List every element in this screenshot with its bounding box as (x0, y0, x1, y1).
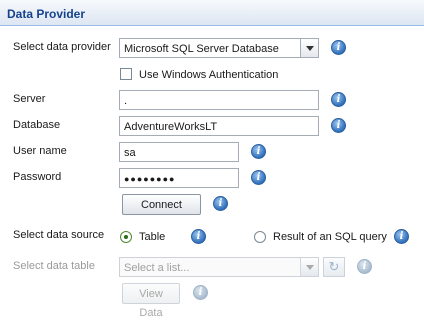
source-query-radio[interactable] (254, 231, 266, 243)
info-icon[interactable]: i (331, 92, 346, 107)
chevron-down-icon[interactable] (300, 39, 318, 57)
database-label: Database (13, 119, 61, 131)
username-input[interactable]: sa (119, 142, 239, 162)
password-input[interactable]: ●●●●●●●● (119, 168, 239, 188)
source-table-radio[interactable] (120, 231, 132, 243)
view-data-button[interactable]: View Data (122, 283, 180, 319)
panel-header: Data Provider (0, 0, 424, 26)
source-query-label: Result of an SQL query (273, 231, 387, 243)
windows-auth-label: Use Windows Authentication (139, 69, 279, 81)
password-label: Password (13, 171, 62, 183)
info-icon[interactable]: i (213, 196, 228, 211)
info-icon[interactable]: i (191, 229, 206, 244)
connect-button[interactable]: Connect (122, 194, 201, 215)
server-label: Server (13, 93, 46, 105)
windows-auth-checkbox[interactable] (120, 68, 132, 80)
info-icon[interactable]: i (331, 118, 346, 133)
chevron-down-icon[interactable] (300, 258, 318, 276)
table-label: Select data table (13, 260, 95, 272)
source-table-label: Table (139, 231, 166, 243)
data-provider-panel: Select data provider Microsoft SQL Serve… (0, 26, 424, 319)
provider-label: Select data provider (13, 41, 111, 53)
username-label: User name (13, 145, 67, 157)
panel-title: Data Provider (7, 7, 86, 21)
info-icon[interactable]: i (251, 144, 266, 159)
table-select[interactable]: Select a list... (119, 257, 319, 277)
database-input[interactable]: AdventureWorksLT (119, 116, 319, 136)
info-icon[interactable]: i (251, 170, 266, 185)
provider-select-value: Microsoft SQL Server Database (124, 43, 279, 55)
table-select-placeholder: Select a list... (124, 262, 190, 274)
refresh-icon[interactable]: ↻ (323, 257, 345, 277)
info-icon[interactable]: i (394, 229, 409, 244)
info-icon[interactable]: i (357, 259, 372, 274)
provider-select[interactable]: Microsoft SQL Server Database (119, 38, 319, 58)
info-icon[interactable]: i (331, 40, 346, 55)
info-icon[interactable]: i (193, 285, 208, 300)
server-input[interactable]: . (119, 90, 319, 110)
source-label: Select data source (13, 229, 105, 241)
